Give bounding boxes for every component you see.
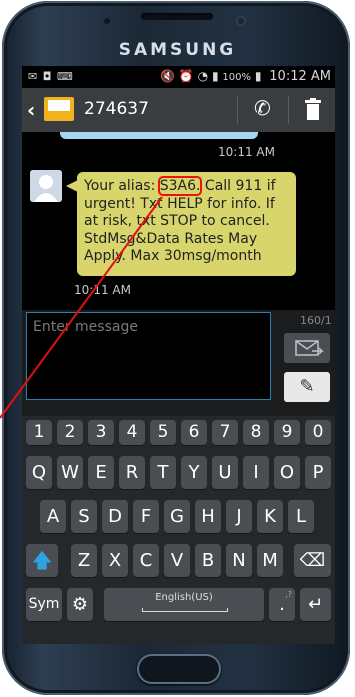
delete-icon[interactable] (304, 98, 322, 120)
key-6[interactable]: 6 (181, 420, 207, 445)
key-q[interactable]: Q (26, 456, 52, 489)
app-bar: ‹ 274637 ✆ (22, 88, 335, 134)
alarm-icon: ⏰ (178, 69, 194, 83)
signal-icon: ▮ (211, 69, 219, 83)
avatar[interactable] (30, 170, 62, 202)
send-icon (295, 340, 324, 356)
space-key[interactable]: English(US) (104, 588, 264, 621)
key-t[interactable]: T (150, 456, 176, 489)
divider (288, 96, 289, 124)
key-k[interactable]: K (257, 500, 283, 533)
key-n[interactable]: N (226, 544, 252, 577)
key-3[interactable]: 3 (88, 420, 114, 445)
status-bar: ✉ ◘ ⌨ 🔇 ⏰ ◔ ▮ 100% ▮ 10:12 AM (22, 66, 335, 88)
key-s[interactable]: S (71, 500, 97, 533)
key-p[interactable]: P (305, 456, 331, 489)
key-v[interactable]: V (164, 544, 190, 577)
mail-icon: ✉ (28, 70, 39, 83)
earpiece-speaker (141, 13, 213, 20)
compose-area: Enter message 160/1 ✎ (22, 310, 335, 422)
divider (237, 96, 238, 124)
message-timestamp: 10:11 AM (74, 283, 131, 297)
key-l[interactable]: L (288, 500, 314, 533)
send-button[interactable] (284, 333, 330, 363)
key-e[interactable]: E (88, 456, 114, 489)
key-y[interactable]: Y (181, 456, 207, 489)
key-d[interactable]: D (102, 500, 128, 533)
enter-key[interactable]: ↵ (300, 588, 331, 621)
attach-button[interactable]: ✎ (284, 372, 330, 402)
key-8[interactable]: 8 (243, 420, 269, 445)
front-camera (236, 16, 246, 26)
home-button[interactable] (137, 654, 221, 684)
message-timestamp: 10:11 AM (218, 145, 275, 159)
key-o[interactable]: O (274, 456, 300, 489)
keyboard-icon: ⌨ (56, 70, 74, 83)
key-f[interactable]: F (133, 500, 159, 533)
key-m[interactable]: M (257, 544, 283, 577)
key-i[interactable]: I (243, 456, 269, 489)
backspace-key[interactable]: ⌫ (294, 544, 331, 577)
voicemail-icon: ◘ (42, 70, 53, 83)
key-j[interactable]: J (226, 500, 252, 533)
key-g[interactable]: G (164, 500, 190, 533)
message-input[interactable]: Enter message (26, 312, 271, 400)
backspace-icon: ⌫ (299, 550, 326, 571)
key-c[interactable]: C (133, 544, 159, 577)
previous-message-bubble[interactable] (60, 132, 258, 139)
key-r[interactable]: R (119, 456, 145, 489)
alias-highlight: S3A6. (157, 176, 203, 196)
key-7[interactable]: 7 (212, 420, 238, 445)
period-label: . (279, 594, 285, 615)
enter-icon: ↵ (307, 594, 324, 615)
key-2[interactable]: 2 (57, 420, 83, 445)
sym-key[interactable]: Sym (26, 588, 62, 621)
key-x[interactable]: X (102, 544, 128, 577)
screen: ✉ ◘ ⌨ 🔇 ⏰ ◔ ▮ 100% ▮ 10:12 AM ‹ 274637 ✆… (22, 66, 335, 644)
shift-key[interactable]: 🡅 (26, 544, 58, 577)
contact-avatar-icon (30, 170, 62, 202)
message-text: Your alias: (84, 178, 160, 194)
shift-icon: 🡅 (31, 548, 53, 572)
key-h[interactable]: H (195, 500, 221, 533)
keyboard: 1 2 3 4 5 6 7 8 9 0 Q W E R T Y U I O P … (22, 416, 335, 644)
key-0[interactable]: 0 (305, 420, 331, 445)
contact-name[interactable]: 274637 (84, 99, 149, 119)
settings-key[interactable]: ⚙ (67, 588, 93, 621)
key-a[interactable]: A (40, 500, 66, 533)
key-u[interactable]: U (212, 456, 238, 489)
battery-percent: 100% (222, 72, 252, 83)
gear-icon: ⚙ (71, 594, 89, 615)
period-key[interactable]: . ,? (269, 588, 295, 621)
battery-icon: ▮ (254, 69, 262, 83)
key-1[interactable]: 1 (26, 420, 52, 445)
message-bubble[interactable]: Your alias: S3A6. Call 911 if urgent! Tx… (66, 172, 296, 276)
space-bar-icon (142, 608, 228, 612)
status-right: 🔇 ⏰ ◔ ▮ 100% ▮ 10:12 AM (160, 69, 331, 84)
brand-logo: SAMSUNG (118, 40, 237, 60)
paperclip-icon: ✎ (299, 376, 315, 397)
proximity-sensor (104, 18, 110, 24)
space-label: English(US) (155, 592, 213, 603)
back-icon[interactable]: ‹ (27, 98, 35, 122)
punct-hint: ,? (285, 590, 292, 599)
key-9[interactable]: 9 (274, 420, 300, 445)
mute-icon: 🔇 (160, 69, 176, 83)
character-counter: 160/1 (300, 314, 332, 327)
key-4[interactable]: 4 (119, 420, 145, 445)
key-w[interactable]: W (57, 456, 83, 489)
key-z[interactable]: Z (71, 544, 97, 577)
phone-icon[interactable]: ✆ (254, 96, 271, 120)
notification-icons: ✉ ◘ ⌨ (28, 70, 74, 83)
clock: 10:12 AM (269, 69, 331, 84)
wifi-icon: ◔ (197, 69, 209, 83)
key-b[interactable]: B (195, 544, 221, 577)
messaging-app-icon[interactable] (44, 97, 74, 121)
key-5[interactable]: 5 (150, 420, 176, 445)
